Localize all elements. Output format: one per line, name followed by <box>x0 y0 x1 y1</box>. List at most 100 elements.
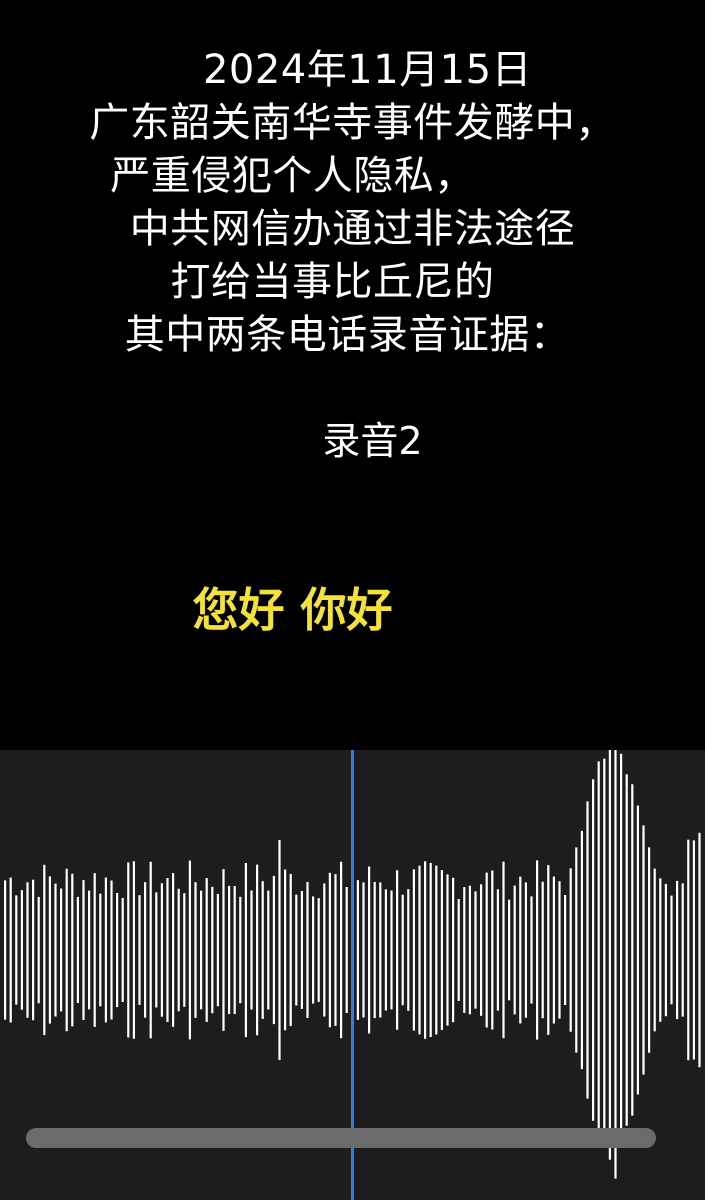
waveform-bar <box>356 880 359 1020</box>
waveform-bar <box>99 893 102 1007</box>
waveform-bar <box>93 873 96 1027</box>
waveform-bar <box>664 883 667 1017</box>
waveform-bar <box>608 750 611 1160</box>
waveform-bar <box>474 891 477 1009</box>
waveform-bar <box>267 890 270 1010</box>
waveform-bar <box>222 869 225 1031</box>
waveform-bar <box>71 873 74 1027</box>
waveform-bar <box>429 862 432 1037</box>
waveform-bar <box>216 893 219 1007</box>
waveform-bar <box>166 878 169 1022</box>
waveform-bar <box>496 889 499 1011</box>
waveform-bar <box>502 861 505 1039</box>
waveform-bar <box>278 840 281 1060</box>
waveform-bar <box>300 891 303 1009</box>
waveform-bar <box>552 876 555 1024</box>
waveform-bar <box>82 880 85 1020</box>
waveform-bar <box>687 839 690 1061</box>
waveform-bar <box>519 876 522 1024</box>
title-line-call: 打给当事比丘尼的 <box>170 259 495 305</box>
waveform-bar <box>536 860 539 1040</box>
waveform-bar <box>317 898 320 1002</box>
waveform-bar <box>396 870 399 1030</box>
waveform-bar <box>149 861 152 1039</box>
waveform-bar <box>205 878 208 1022</box>
waveform-bar <box>424 861 427 1039</box>
waveform-bar <box>508 899 511 1001</box>
waveform-bar <box>384 889 387 1011</box>
waveform-bar <box>289 873 292 1027</box>
waveform-bar <box>564 895 567 1005</box>
waveform-bar <box>334 874 337 1026</box>
waveform-bar <box>177 888 180 1012</box>
waveform-bar <box>491 870 494 1030</box>
waveform-bar <box>284 869 287 1031</box>
waveform-bar <box>155 892 158 1008</box>
waveform-bar <box>446 874 449 1026</box>
waveform-bar <box>48 876 51 1024</box>
title-block: 2024年11月15日 广东韶关南华寺事件发酵中， 严重侵犯个人隐私， 中共网信… <box>0 44 705 362</box>
waveform-bar <box>480 884 483 1016</box>
waveform-bar <box>407 889 410 1011</box>
waveform-bar <box>4 880 7 1020</box>
waveform-bar <box>659 878 662 1022</box>
waveform-bar <box>160 883 163 1017</box>
waveform-bar <box>295 894 298 1006</box>
waveform-bar <box>362 882 365 1018</box>
waveform-bar <box>620 753 623 1147</box>
waveform-bar <box>138 895 141 1005</box>
waveform-bar <box>681 883 684 1017</box>
waveform-bar <box>32 879 35 1021</box>
waveform-bar <box>9 877 12 1023</box>
waveform-bar <box>345 887 348 1013</box>
waveform-bar <box>256 864 259 1036</box>
waveform-bar <box>676 880 679 1020</box>
waveform-bar <box>65 868 68 1032</box>
waveform-bar <box>468 885 471 1015</box>
waveform-bar <box>172 873 175 1027</box>
subtitle-caption: 您好 你好 <box>192 583 393 637</box>
waveform-bar <box>323 883 326 1017</box>
waveform-bar <box>636 805 639 1095</box>
waveform-bar <box>614 750 617 1179</box>
waveform-bar <box>457 899 460 1001</box>
waveform-bar <box>127 862 130 1038</box>
waveform-bar <box>558 881 561 1019</box>
audio-waveform-panel[interactable] <box>0 750 705 1200</box>
waveform-bar <box>412 869 415 1031</box>
waveform-bar <box>26 882 29 1018</box>
waveform-bar <box>194 882 197 1018</box>
waveform-bar <box>569 868 572 1032</box>
waveform-bar <box>110 880 113 1020</box>
waveform-bar <box>603 758 606 1142</box>
waveform-bar <box>485 872 488 1028</box>
timeline-scrollbar[interactable] <box>26 1128 656 1148</box>
waveform-bar <box>233 886 236 1014</box>
waveform-bar <box>575 847 578 1053</box>
waveform-bar <box>530 896 533 1004</box>
waveform-bar <box>261 881 264 1019</box>
waveform-bar <box>524 882 527 1018</box>
waveform-bar <box>312 896 315 1004</box>
waveform-bar <box>513 885 516 1015</box>
waveform-bar <box>698 832 701 1068</box>
waveform-bar <box>54 883 57 1017</box>
waveform-bar <box>239 896 242 1004</box>
waveform-bar <box>272 875 275 1025</box>
recording-label: 录音2 <box>322 419 423 463</box>
waveform-bar <box>418 865 421 1035</box>
waveform-bar <box>670 895 673 1005</box>
waveform-bar <box>121 898 124 1002</box>
waveform-bar <box>597 761 600 1139</box>
title-line-agency: 中共网信办通过非法途径 <box>129 206 576 252</box>
waveform-bar <box>306 882 309 1018</box>
waveform-bar <box>15 895 18 1005</box>
waveform-bar <box>104 877 107 1023</box>
waveform-bar <box>452 877 455 1023</box>
waveform-bar <box>642 825 645 1075</box>
waveform-bar <box>328 872 331 1028</box>
waveform-bar <box>390 890 393 1010</box>
waveform-bar <box>368 866 371 1034</box>
waveform-bar <box>653 868 656 1032</box>
waveform-bar <box>200 890 203 1010</box>
